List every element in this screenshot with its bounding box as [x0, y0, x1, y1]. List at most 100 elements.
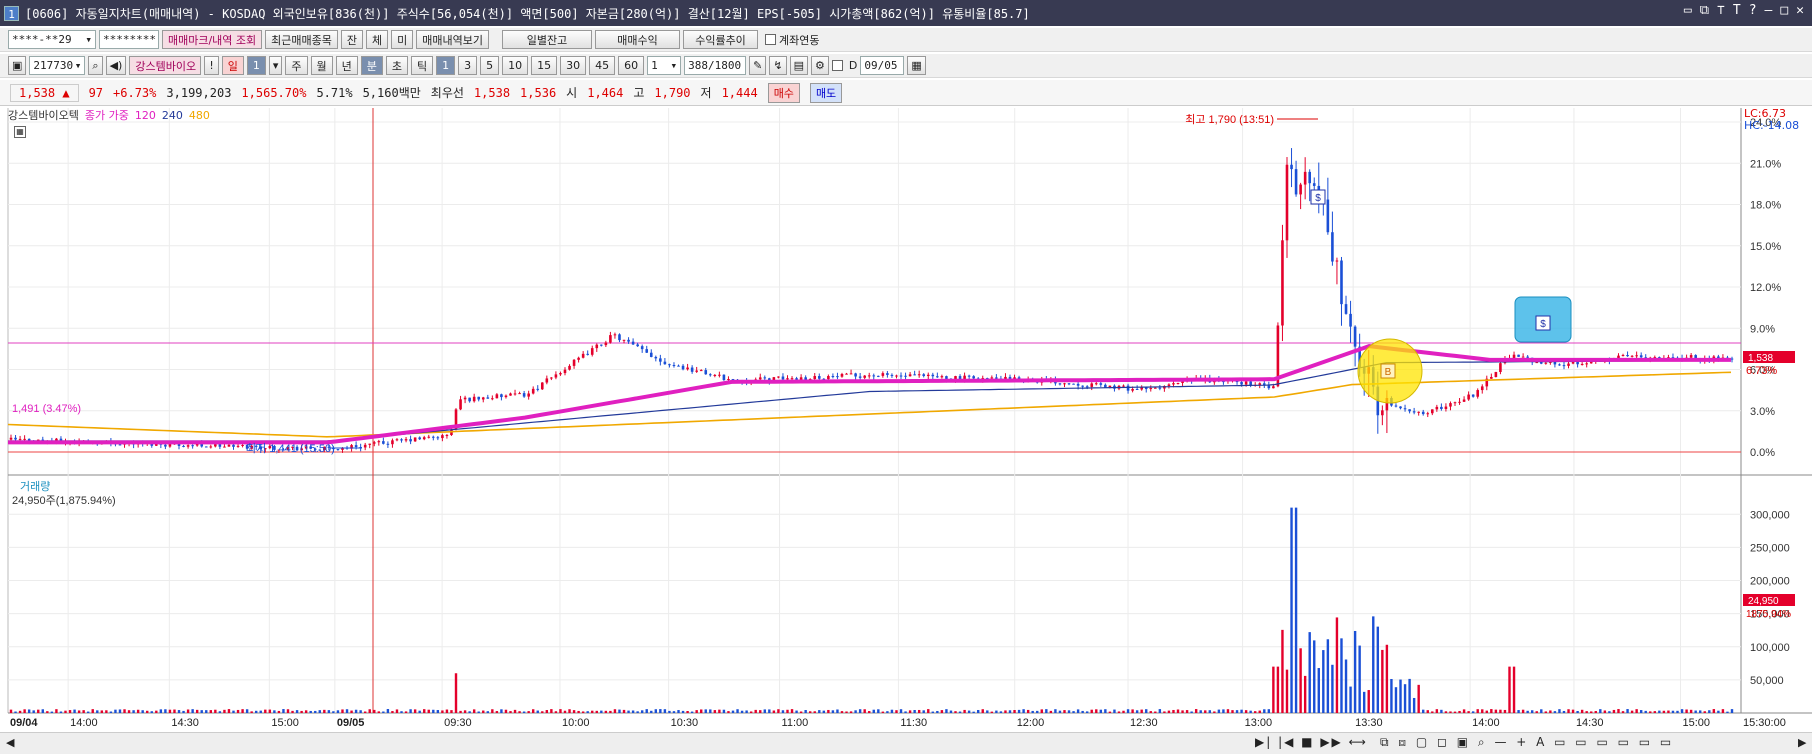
alert-icon[interactable]: ! [204, 56, 219, 75]
link-icon[interactable]: ⧉ [1700, 3, 1709, 18]
buy-button[interactable]: 매수 [767, 82, 800, 103]
interval-30[interactable]: 30 [560, 56, 587, 75]
candle-body [1294, 169, 1298, 195]
trade-history-button[interactable]: 매매내역보기 [416, 30, 490, 49]
candle-chart[interactable]: 24.0%21.0%18.0%15.0%12.0%9.0%6.0%3.0%0.0… [0, 108, 1812, 730]
candle-body [368, 443, 372, 445]
range-field[interactable]: 388/1800 [684, 56, 747, 75]
help-icon[interactable]: ? [1749, 3, 1757, 18]
period-week[interactable]: 주 [285, 56, 308, 75]
best-label: 최우선 [430, 86, 464, 100]
chart-tools[interactable]: ⧉ ⧈ ▢ ◻ ▣ ⌕ — + A ▭ ▭ ▭ ▭ ▭ ▭ [1380, 735, 1674, 750]
period-minute[interactable]: 분 [360, 56, 383, 75]
font-icon[interactable]: T [1733, 3, 1741, 18]
candle-body [695, 370, 698, 372]
minimize-icon[interactable]: — [1765, 3, 1773, 18]
volume-bar [432, 709, 435, 713]
chart-type-icon[interactable]: ↯ [769, 56, 787, 75]
candle-body [677, 365, 680, 367]
chevron-down-icon[interactable]: ▾ [671, 59, 678, 72]
scroll-right-icon[interactable]: ▶ [1798, 736, 1806, 749]
account-input[interactable]: ****-**29 ▾ [8, 30, 96, 49]
date-input[interactable]: 09/05 [860, 56, 905, 75]
password-input[interactable]: ******** [99, 30, 159, 49]
calendar-icon[interactable]: ▦ [907, 56, 926, 75]
volume-bar [1208, 710, 1211, 713]
candle-body [913, 374, 916, 376]
candle-body [1408, 409, 1411, 412]
volume-bar [1344, 659, 1348, 713]
volume-bar [1403, 684, 1407, 713]
candle-body [191, 445, 194, 447]
volume-bar [232, 710, 235, 713]
volume-bar [899, 709, 903, 713]
interval-15[interactable]: 15 [531, 56, 558, 75]
candle-body [354, 445, 358, 448]
candle-body [1440, 406, 1443, 409]
candle-body [404, 439, 408, 441]
interval-3[interactable]: 3 [458, 56, 478, 75]
speaker-icon[interactable]: ◀) [105, 56, 127, 75]
volume-bar [831, 710, 835, 713]
window-number: 1 [4, 5, 19, 21]
close-icon[interactable]: ✕ [1796, 3, 1804, 18]
account-link-check[interactable]: 계좌연동 [765, 32, 820, 48]
stock-name-field[interactable]: 강스템바이오 [129, 56, 202, 75]
volume-bar [214, 709, 217, 713]
volume-bar [591, 710, 594, 713]
period-second[interactable]: 초 [385, 56, 409, 75]
draw-tool-icon[interactable]: ✎ [749, 56, 767, 75]
candle-body [418, 437, 421, 440]
quote-bar: 1,538 ▲ 97 +6.73% 3,199,203 1,565.70% 5.… [0, 80, 1812, 106]
playback-controls[interactable]: ▶| |◀ ■ ▶▶ ⟷ [1255, 735, 1368, 749]
date-checkbox[interactable] [831, 60, 843, 71]
trade-mark-query-button[interactable]: 매매마크/내역 조회 [162, 30, 263, 49]
interval-60[interactable]: 60 [618, 56, 645, 75]
period-year[interactable]: 년 [335, 56, 358, 75]
code-input[interactable]: 217730 ▾ [29, 56, 86, 75]
search-icon[interactable]: ⌕ [88, 56, 103, 75]
table-icon[interactable]: ▦ [14, 126, 26, 138]
maximize-icon[interactable]: □ [1780, 3, 1788, 18]
volume-tag-value: 24,950 [1748, 596, 1779, 607]
time-tick-label: 15:00 [271, 717, 299, 729]
interval-1[interactable]: 1 [436, 56, 456, 75]
profit-trend-button[interactable]: 수익률추이 [683, 30, 759, 49]
open-label: 시 [566, 86, 578, 100]
save-icon[interactable]: ▤ [789, 56, 809, 75]
sell-button[interactable]: 매도 [809, 82, 843, 103]
volume-bar [1694, 710, 1697, 713]
interval-5[interactable]: 5 [480, 56, 500, 75]
horizontal-scrollbar[interactable]: ◀ ▶| |◀ ■ ▶▶ ⟷ ⧉ ⧈ ▢ ◻ ▣ ⌕ — + A ▭ ▭ ▭ ▭… [0, 732, 1812, 754]
daily-balance-button[interactable]: 일별잔고 [502, 30, 593, 49]
candle-body [472, 396, 476, 402]
period-day-count[interactable]: 1 [246, 56, 266, 75]
recent-trades-button[interactable]: 최근매매종목 [265, 30, 338, 49]
executed-button[interactable]: 체 [366, 30, 389, 49]
trade-profit-button[interactable]: 매매수익 [595, 30, 681, 49]
volume-bar [1340, 638, 1343, 713]
volume-bar [1031, 710, 1034, 713]
chevron-down-icon[interactable]: ▾ [268, 56, 283, 75]
volume-bar [532, 709, 535, 713]
gear-icon[interactable]: ⚙ [811, 56, 829, 75]
checkbox[interactable] [765, 34, 777, 45]
restore-icon[interactable]: ▭ [1684, 3, 1692, 18]
volume-bar [645, 709, 648, 713]
candle-body [486, 397, 490, 399]
chevron-down-icon[interactable]: ▾ [85, 33, 92, 46]
chevron-down-icon[interactable]: ▾ [75, 59, 82, 72]
pending-button[interactable]: 미 [391, 30, 414, 49]
balance-button[interactable]: 잔 [340, 30, 364, 49]
volume-bar [577, 710, 580, 713]
period-tick[interactable]: 틱 [411, 56, 434, 75]
scroll-left-icon[interactable]: ◀ [6, 736, 14, 749]
interval-45[interactable]: 45 [589, 56, 616, 75]
volume: 3,199,203 [166, 85, 232, 100]
interval-10[interactable]: 10 [502, 56, 529, 75]
period-day[interactable]: 일 [221, 56, 244, 75]
period-month[interactable]: 월 [310, 56, 333, 75]
pin-icon[interactable]: ⊤ [1717, 3, 1725, 18]
count-input[interactable]: 1 ▾ [647, 56, 682, 75]
layout-icon[interactable]: ▣ [8, 56, 27, 75]
